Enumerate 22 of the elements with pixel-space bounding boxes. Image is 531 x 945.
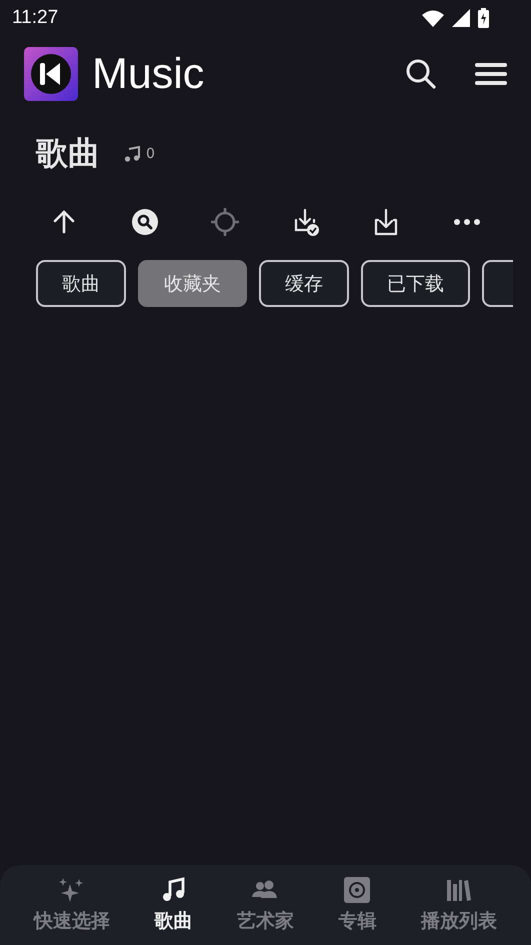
search-icon[interactable] [405, 58, 437, 90]
status-time: 11:27 [12, 7, 58, 29]
wifi-icon [422, 10, 444, 26]
filter-chip[interactable]: 已下载 [361, 260, 470, 307]
nav-tab[interactable]: 艺术家 [236, 876, 294, 934]
battery-icon [478, 8, 489, 28]
signal-icon [452, 9, 470, 27]
filter-chip[interactable]: 歌曲 [36, 260, 126, 307]
nav-tab[interactable]: 专辑 [338, 876, 376, 934]
nav-tab[interactable]: 播放列表 [420, 876, 497, 934]
menu-icon[interactable] [475, 62, 507, 86]
section-title: 歌曲 [36, 133, 100, 174]
app-name: Music [92, 50, 204, 98]
app-logo-icon [24, 47, 78, 101]
nav-tab[interactable]: 快速选择 [34, 876, 110, 934]
song-count: 0 [146, 146, 155, 162]
filter-chip[interactable]: 收藏夹 [138, 260, 247, 307]
search-icon[interactable] [130, 208, 159, 236]
album-icon [343, 876, 372, 904]
filter-chip[interactable]: 缓存 [259, 260, 349, 307]
nav-tab[interactable]: 歌曲 [154, 876, 193, 934]
music-note-icon [124, 146, 140, 162]
